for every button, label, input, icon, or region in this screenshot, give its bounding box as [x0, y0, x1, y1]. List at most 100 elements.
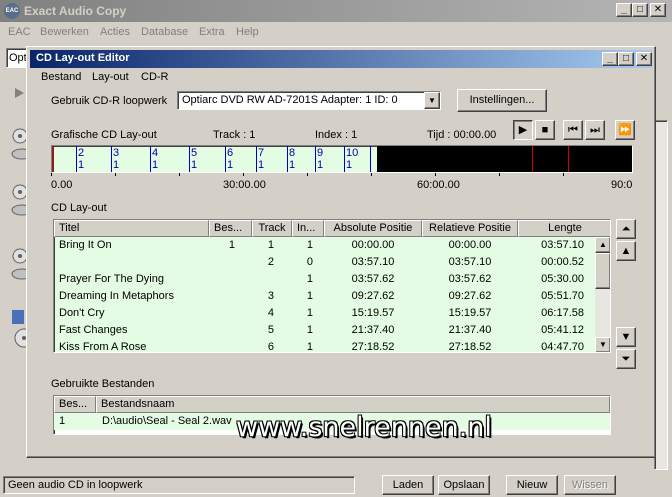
track-marker[interactable] [315, 146, 316, 172]
marker-track-number: 3 [113, 147, 120, 159]
cell-title: Prayer For The Dying [59, 273, 164, 285]
save-button[interactable]: Opslaan [438, 475, 490, 495]
marker-track-number: 10 [346, 147, 359, 159]
next-track-icon[interactable]: ⏭ [585, 120, 605, 140]
dialog-close-button[interactable]: ✕ [636, 52, 652, 66]
close-button[interactable]: ✕ [650, 3, 666, 17]
cell-title: Don't Cry [59, 307, 105, 319]
move-up-icon[interactable]: ▲ [616, 241, 636, 261]
timeline-unused-area [377, 146, 632, 172]
column-header-file-name[interactable]: Bestandsnaam [96, 396, 610, 413]
clear-button[interactable]: Wissen [564, 475, 616, 495]
track-marker[interactable] [370, 146, 371, 172]
track-marker[interactable] [225, 146, 226, 172]
eac-app-icon: EAC [4, 3, 20, 19]
scroll-down-icon[interactable]: ▼ [595, 337, 610, 352]
marker-index-number: 1 [191, 159, 198, 171]
cell-track: 1 [267, 239, 274, 251]
marker-track-number: 6 [227, 147, 234, 159]
dialog-minimize-button[interactable]: _ [602, 52, 618, 66]
index-info: Index : 1 [315, 129, 358, 141]
menu-acties[interactable]: Acties [100, 26, 130, 38]
move-to-bottom-icon[interactable]: ⏷ [616, 349, 636, 369]
menu-bestand[interactable]: Bestand [41, 71, 81, 83]
cell-title: Dreaming In Metaphors [59, 290, 174, 302]
table-row[interactable]: Bring It On 1 1 1 00:00.00 00:00.00 03:5… [54, 237, 598, 254]
track-marker[interactable] [76, 146, 77, 172]
marker-index-number: 1 [152, 159, 159, 171]
axis-label: 0.00 [51, 179, 73, 191]
cell-length: 00:00.52 [541, 256, 584, 268]
scroll-up-icon[interactable]: ▲ [595, 237, 610, 253]
chevron-down-icon[interactable]: ▼ [424, 92, 440, 109]
play-icon[interactable]: ▶ [513, 120, 533, 140]
column-header-file[interactable]: Bes... [209, 220, 252, 237]
graphic-timeline[interactable]: 2 1 3 1 4 1 5 1 6 1 7 1 8 1 9 1 10 1 [51, 145, 633, 173]
menu-eac[interactable]: EAC [8, 26, 31, 38]
main-titlebar[interactable]: EAC Exact Audio Copy _ □ ✕ [0, 0, 672, 22]
track-marker[interactable] [344, 146, 345, 172]
cell-index: 1 [306, 307, 313, 319]
table-row[interactable]: 2 0 03:57.10 03:57.10 00:00.52 [54, 254, 598, 271]
marker-index-number: 1 [78, 159, 85, 171]
move-to-top-icon[interactable]: ⏶ [616, 219, 636, 239]
column-header-length[interactable]: Lengte [518, 220, 610, 237]
load-button[interactable]: Laden [382, 475, 434, 495]
column-header-file-number[interactable]: Bes... [54, 396, 96, 413]
table-row[interactable]: Prayer For The Dying 1 03:57.62 03:57.62… [54, 271, 598, 288]
track-marker[interactable] [111, 146, 112, 172]
axis-tick [435, 173, 436, 176]
menu-help[interactable]: Help [236, 26, 259, 38]
menu-bewerken[interactable]: Bewerken [40, 26, 89, 38]
time-axis: 0.00 30:00.00 60:00.00 90:0 [51, 173, 633, 193]
column-header-relative-position[interactable]: Relatieve Positie [422, 220, 518, 237]
maximize-button[interactable]: □ [632, 3, 648, 17]
column-header-track[interactable]: Track [252, 220, 292, 237]
timeline-start-marker [53, 146, 54, 172]
axis-tick [307, 173, 308, 176]
main-vertical-scrollbar[interactable] [654, 120, 668, 470]
cell-relative-position: 03:57.62 [448, 273, 492, 285]
column-header-absolute-position[interactable]: Absolute Positie [324, 220, 422, 237]
graphic-layout-label: Grafische CD Lay-out [51, 129, 157, 141]
track-info: Track : 1 [213, 129, 256, 141]
table-row[interactable]: Fast Changes 5 1 21:37.40 21:37.40 05:41… [54, 322, 598, 339]
cell-absolute-position: 09:27.62 [351, 290, 395, 302]
dialog-maximize-button[interactable]: □ [618, 52, 634, 66]
dialog-titlebar[interactable]: CD Lay-out Editor _ □ ✕ [30, 50, 652, 68]
axis-tick [499, 173, 500, 176]
minimize-button[interactable]: _ [616, 3, 632, 17]
fast-forward-icon[interactable]: ⏩ [615, 120, 635, 140]
new-button[interactable]: Nieuw [506, 475, 558, 495]
track-marker[interactable] [189, 146, 190, 172]
cell-length: 03:57.10 [541, 239, 584, 251]
tracks-vertical-scrollbar[interactable]: ▲ ▼ [595, 237, 610, 352]
menu-extra[interactable]: Extra [199, 26, 225, 38]
scroll-thumb[interactable] [595, 253, 610, 289]
track-marker[interactable] [287, 146, 288, 172]
cell-absolute-position: 21:37.40 [351, 324, 395, 336]
cell-relative-position: 15:19.57 [448, 307, 492, 319]
cell-title: Fast Changes [59, 324, 128, 336]
dialog-title: CD Lay-out Editor [36, 52, 130, 64]
move-down-icon[interactable]: ▼ [616, 327, 636, 347]
tracks-table: Titel Bes... Track In... Absolute Positi… [53, 219, 611, 353]
track-marker[interactable] [256, 146, 257, 172]
column-header-index[interactable]: In... [292, 220, 324, 237]
timeline-red-marker [532, 146, 533, 172]
menu-lay-out[interactable]: Lay-out [92, 71, 129, 83]
table-row[interactable]: Dreaming In Metaphors 3 1 09:27.62 09:27… [54, 288, 598, 305]
menu-cd-r[interactable]: CD-R [141, 71, 169, 83]
cd-r-drive-select[interactable]: Optiarc DVD RW AD-7201S Adapter: 1 ID: 0… [177, 91, 441, 110]
previous-track-icon[interactable]: ⏮ [563, 120, 583, 140]
track-marker[interactable] [150, 146, 151, 172]
menu-database[interactable]: Database [141, 26, 188, 38]
table-row[interactable]: Don't Cry 4 1 15:19.57 15:19.57 06:17.58 [54, 305, 598, 322]
column-header-title[interactable]: Titel [54, 220, 209, 237]
main-window-title: Exact Audio Copy [24, 4, 127, 18]
cell-length: 05:30.00 [541, 273, 584, 285]
table-row[interactable]: Kiss From A Rose 6 1 27:18.52 27:18.52 0… [54, 339, 598, 352]
marker-track-number: 5 [191, 147, 198, 159]
stop-icon[interactable]: ■ [535, 120, 555, 140]
settings-button[interactable]: Instellingen... [457, 89, 547, 112]
